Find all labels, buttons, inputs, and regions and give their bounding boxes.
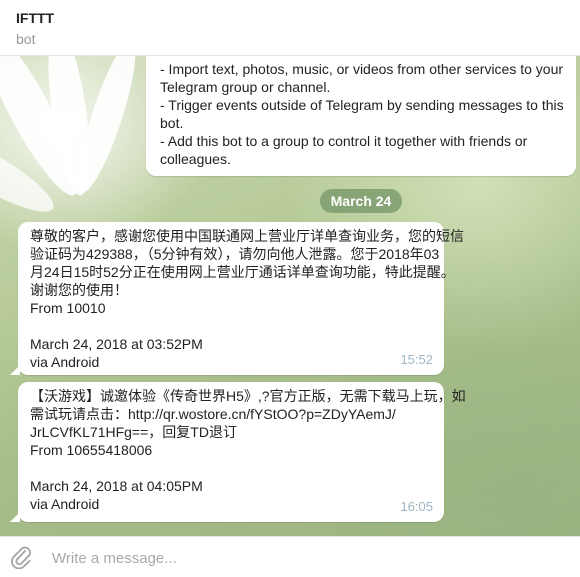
description-line: - Import text, photos, music, or videos … — [160, 61, 564, 77]
description-line: bot. — [160, 115, 184, 131]
message-text-line: 谢谢您的使用！ — [30, 282, 128, 298]
bubble-tail — [10, 512, 20, 522]
message-bubble[interactable]: 【沃游戏】诚邀体验《传奇世界H5》,?官方正版，无需下载马上玩，如 需试玩请点击… — [18, 382, 466, 522]
bot-description-message[interactable]: - Import text, photos, music, or videos … — [146, 56, 576, 176]
message-text-line: From 10655418006 — [30, 442, 153, 458]
paperclip-icon[interactable] — [10, 545, 32, 570]
message-text-line: 【沃游戏】诚邀体验《传奇世界H5》,?官方正版，无需下载马上玩，如 — [30, 388, 466, 404]
message-bubble[interactable]: 尊敬的客户，感谢您使用中国联通网上营业厅详单查询业务，您的短信 验证码为4293… — [18, 222, 464, 375]
bubble-tail — [10, 365, 20, 375]
message-text-line: March 24, 2018 at 04:05PM — [30, 478, 203, 494]
chat-header[interactable]: IFTTT bot — [0, 0, 580, 56]
date-separator: March 24 — [320, 189, 402, 213]
message-text-line: March 24, 2018 at 03:52PM — [30, 336, 203, 352]
chat-title[interactable]: IFTTT — [16, 8, 580, 28]
message-link-line[interactable]: 需试玩请点击：http://qr.wostore.cn/fYStOO?p=ZDy… — [30, 405, 432, 423]
chat-subtitle: bot — [16, 31, 36, 47]
message-time: 16:05 — [400, 499, 433, 514]
message-list[interactable]: - Import text, photos, music, or videos … — [0, 56, 580, 536]
message-text-line: 验证码为429388，（5分钟有效），请勿向他人泄露。您于2018年03 — [30, 246, 440, 262]
message-time: 15:52 — [400, 352, 433, 367]
message-input[interactable] — [52, 547, 452, 569]
message-text-line: From 10010 — [30, 300, 106, 316]
description-line: - Trigger events outside of Telegram by … — [160, 97, 564, 113]
message-text-line: 尊敬的客户，感谢您使用中国联通网上营业厅详单查询业务，您的短信 — [30, 228, 464, 244]
message-composer — [0, 536, 580, 577]
message-text-line: via Android — [30, 354, 100, 370]
description-line: Telegram group or channel. — [160, 79, 331, 95]
message-text-line: via Android — [30, 496, 100, 512]
description-line: colleagues. — [160, 151, 231, 167]
message-text-line: 月24日15时52分正在使用网上营业厅通话详单查询功能，特此提醒。 — [30, 264, 455, 280]
description-line: - Add this bot to a group to control it … — [160, 133, 528, 149]
message-link-line[interactable]: JrLCVfKL71HFg==，回复TD退订 — [30, 423, 432, 441]
